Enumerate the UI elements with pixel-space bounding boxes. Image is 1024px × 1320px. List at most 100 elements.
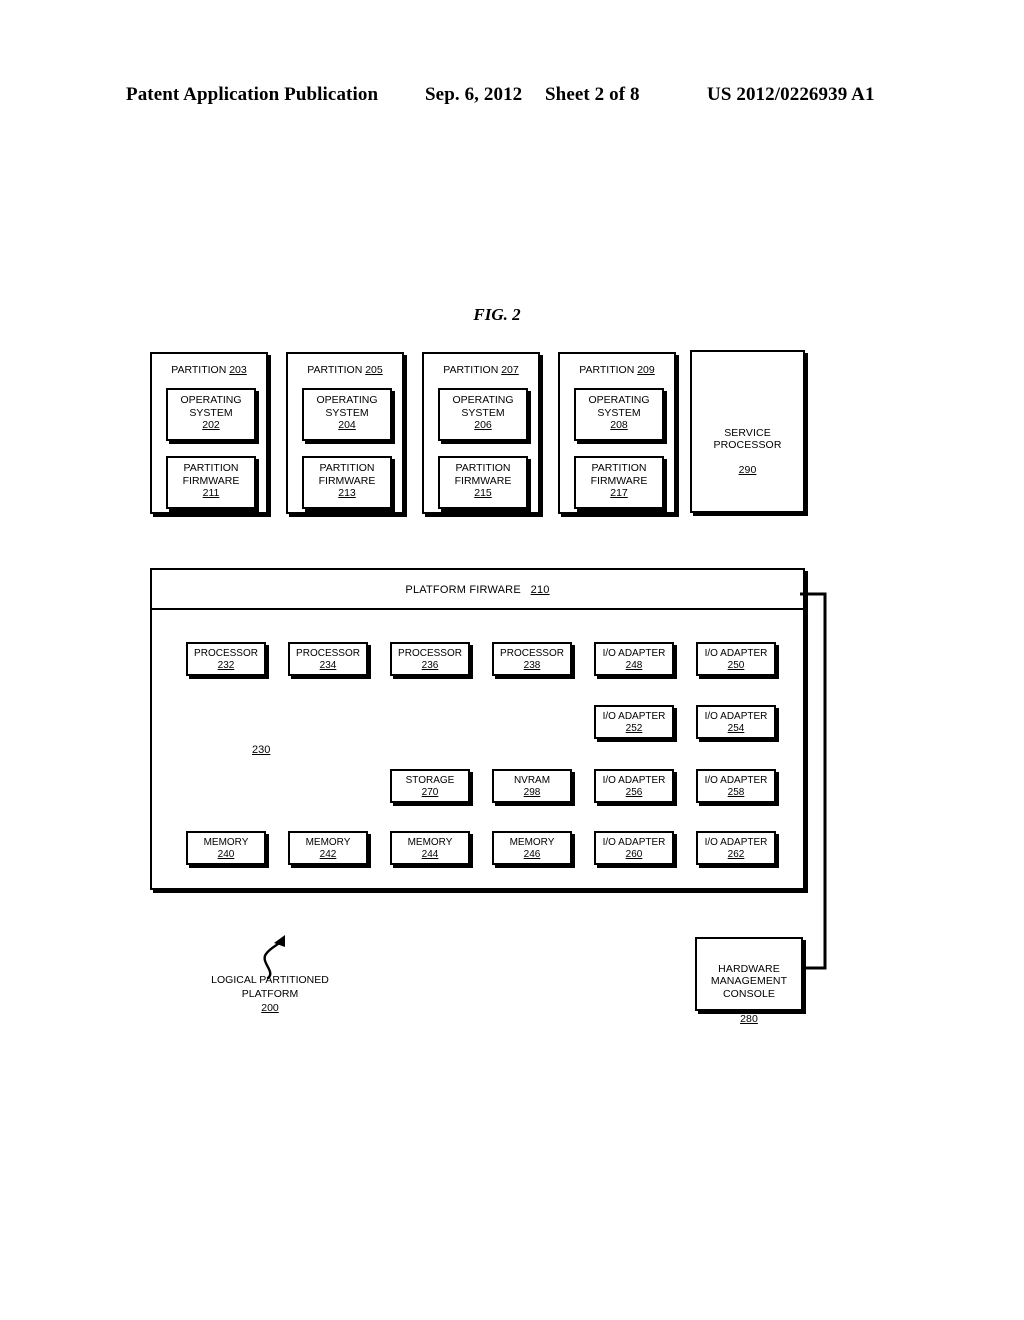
header-sheet-number: Sheet 2 of 8 [545, 84, 640, 105]
io-adapter-label: I/O ADAPTER [704, 837, 768, 848]
storage-ref: 270 [421, 787, 439, 798]
io-adapter-ref: 250 [727, 660, 745, 671]
io-adapter-box-256: I/O ADAPTER 256 [594, 769, 674, 803]
partition-box-205: PARTITION 205 OPERATING SYSTEM 204 PARTI… [286, 352, 404, 514]
memory-box-246: MEMORY 246 [492, 831, 572, 865]
service-processor-ref: 290 [738, 464, 757, 476]
io-adapter-ref: 260 [625, 849, 643, 860]
io-adapter-box-260: I/O ADAPTER 260 [594, 831, 674, 865]
nvram-ref: 298 [523, 787, 541, 798]
memory-ref: 242 [319, 849, 337, 860]
operating-system-ref: 204 [338, 419, 356, 431]
storage-label: STORAGE [405, 775, 455, 786]
partition-title-ref: 203 [229, 364, 247, 376]
io-adapter-box-254: I/O ADAPTER 254 [696, 705, 776, 739]
operating-system-ref: 208 [610, 419, 628, 431]
header-patent-number: US 2012/0226939 A1 [707, 84, 875, 105]
processor-label: PROCESSOR [296, 648, 360, 659]
platform-firmware-ref: 210 [530, 584, 550, 596]
nvram-box-298: NVRAM 298 [492, 769, 572, 803]
operating-system-label: OPERATING SYSTEM [452, 394, 514, 419]
partition-firmware-ref: 213 [338, 487, 356, 499]
hmc-label: HARDWARE MANAGEMENT CONSOLE [710, 962, 788, 1000]
memory-ref: 244 [421, 849, 439, 860]
platform-firmware-band-210: PLATFORM FIRWARE 210 [152, 570, 803, 610]
partition-firmware-box-211: PARTITION FIRMWARE 211 [166, 456, 256, 509]
operating-system-box-202: OPERATING SYSTEM 202 [166, 388, 256, 441]
partition-box-209: PARTITION 209 OPERATING SYSTEM 208 PARTI… [558, 352, 676, 514]
operating-system-label: OPERATING SYSTEM [316, 394, 378, 419]
io-adapter-label: I/O ADAPTER [704, 648, 768, 659]
memory-label: MEMORY [407, 837, 453, 848]
header-publication-date: Sep. 6, 2012 [425, 84, 523, 105]
partition-firmware-ref: 211 [202, 487, 220, 499]
io-adapter-label: I/O ADAPTER [704, 775, 768, 786]
memory-ref: 246 [523, 849, 541, 860]
patent-header: Patent Application Publication Sep. 6, 2… [0, 84, 1024, 110]
hardware-management-console-box-280: HARDWARE MANAGEMENT CONSOLE 280 [695, 937, 803, 1025]
partition-firmware-box-215: PARTITION FIRMWARE 215 [438, 456, 528, 509]
io-adapter-box-250: I/O ADAPTER 250 [696, 642, 776, 676]
io-adapter-label: I/O ADAPTER [602, 775, 666, 786]
io-adapter-ref: 262 [727, 849, 745, 860]
processor-label: PROCESSOR [500, 648, 564, 659]
memory-box-244: MEMORY 244 [390, 831, 470, 865]
memory-box-240: MEMORY 240 [186, 831, 266, 865]
processor-box-234: PROCESSOR 234 [288, 642, 368, 676]
io-adapter-box-258: I/O ADAPTER 258 [696, 769, 776, 803]
processor-ref: 232 [217, 660, 235, 671]
partitioned-hardware-ref-230: 230 [252, 744, 271, 756]
partition-firmware-label: PARTITION FIRMWARE [590, 462, 648, 487]
partition-firmware-box-213: PARTITION FIRMWARE 213 [302, 456, 392, 509]
operating-system-box-204: OPERATING SYSTEM 204 [302, 388, 392, 441]
io-adapter-ref: 248 [625, 660, 643, 671]
io-adapter-ref: 254 [727, 723, 745, 734]
processor-ref: 238 [523, 660, 541, 671]
lpp-caption-ref: 200 [261, 1002, 279, 1014]
operating-system-box-208: OPERATING SYSTEM 208 [574, 388, 664, 441]
partition-title-text: PARTITION [443, 364, 499, 376]
partition-title: PARTITION 207 [424, 364, 538, 376]
partition-title-text: PARTITION [171, 364, 227, 376]
processor-label: PROCESSOR [194, 648, 258, 659]
operating-system-ref: 202 [202, 419, 220, 431]
service-processor-box-290: SERVICE PROCESSOR 290 [690, 350, 805, 513]
partition-title-text: PARTITION [307, 364, 363, 376]
figure-label: FIG. 2 [473, 305, 521, 324]
partition-firmware-label: PARTITION FIRMWARE [182, 462, 240, 487]
io-adapter-box-248: I/O ADAPTER 248 [594, 642, 674, 676]
io-adapter-label: I/O ADAPTER [602, 837, 666, 848]
partition-firmware-box-217: PARTITION FIRMWARE 217 [574, 456, 664, 509]
lpp-caption-label: LOGICAL PARTITIONED PLATFORM [211, 974, 329, 1000]
partition-title: PARTITION 209 [560, 364, 674, 376]
operating-system-box-206: OPERATING SYSTEM 206 [438, 388, 528, 441]
io-adapter-box-262: I/O ADAPTER 262 [696, 831, 776, 865]
io-adapter-label: I/O ADAPTER [602, 711, 666, 722]
storage-box-270: STORAGE 270 [390, 769, 470, 803]
io-adapter-ref: 256 [625, 787, 643, 798]
io-adapter-box-252: I/O ADAPTER 252 [594, 705, 674, 739]
io-adapter-label: I/O ADAPTER [602, 648, 666, 659]
io-adapter-ref: 252 [625, 723, 643, 734]
partition-firmware-label: PARTITION FIRMWARE [318, 462, 376, 487]
memory-ref: 240 [217, 849, 235, 860]
partition-title-ref: 209 [637, 364, 655, 376]
hmc-content: HARDWARE MANAGEMENT CONSOLE 280 [697, 950, 801, 1025]
io-adapter-ref: 258 [727, 787, 745, 798]
partition-title-ref: 205 [365, 364, 383, 376]
partition-title-text: PARTITION [579, 364, 635, 376]
operating-system-label: OPERATING SYSTEM [180, 394, 242, 419]
processor-ref: 234 [319, 660, 337, 671]
processor-box-232: PROCESSOR 232 [186, 642, 266, 676]
hmc-ref: 280 [740, 1012, 758, 1025]
processor-box-236: PROCESSOR 236 [390, 642, 470, 676]
memory-box-242: MEMORY 242 [288, 831, 368, 865]
service-processor-content: SERVICE PROCESSOR 290 [692, 414, 803, 477]
io-adapter-label: I/O ADAPTER [704, 711, 768, 722]
platform-firmware-label: PLATFORM FIRWARE [405, 584, 521, 596]
operating-system-label: OPERATING SYSTEM [588, 394, 650, 419]
partition-title-ref: 207 [501, 364, 519, 376]
memory-label: MEMORY [203, 837, 249, 848]
memory-label: MEMORY [509, 837, 555, 848]
memory-label: MEMORY [305, 837, 351, 848]
